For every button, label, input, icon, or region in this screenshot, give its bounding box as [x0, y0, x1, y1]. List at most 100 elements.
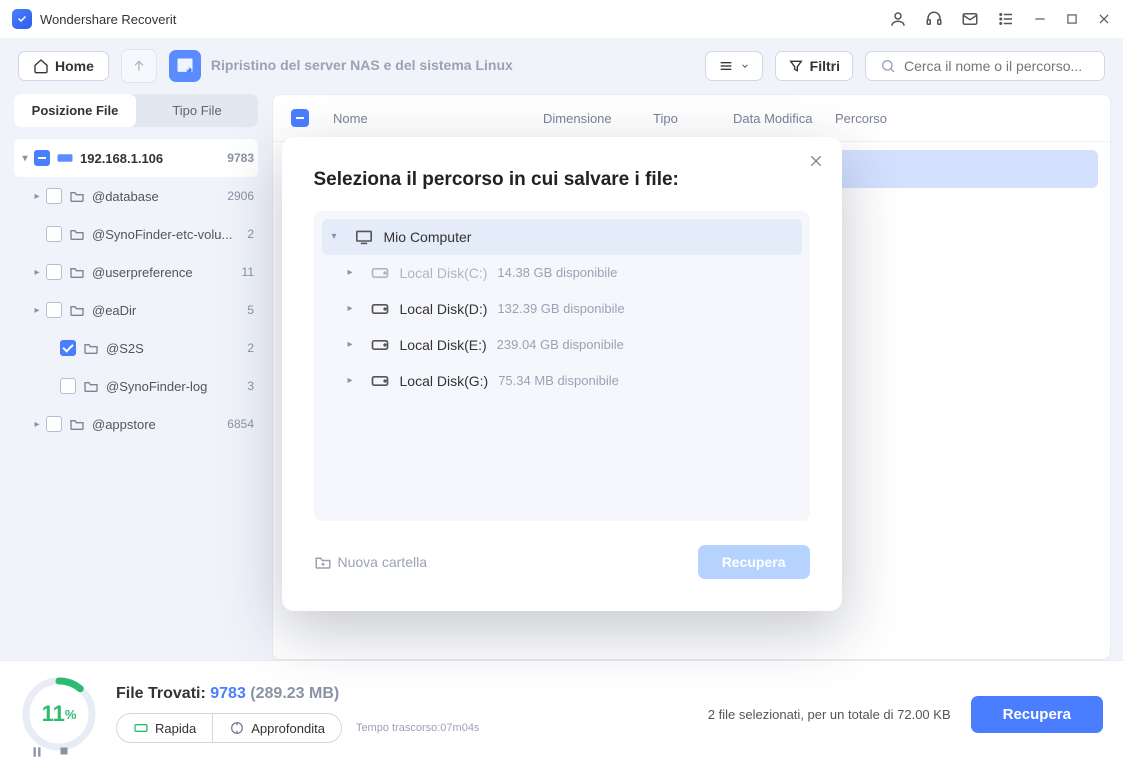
filter-icon	[788, 58, 804, 74]
arrow-up-icon	[131, 58, 147, 74]
checkbox[interactable]	[46, 188, 62, 204]
pause-icon[interactable]	[30, 745, 44, 759]
elapsed-time: Tempo trascorso:07m04s	[356, 722, 480, 734]
col-type[interactable]: Tipo	[653, 111, 733, 126]
caret-right-icon: ▸	[30, 305, 44, 316]
file-tree: ▾ 192.168.1.106 9783 ▸@database2906@Syno…	[14, 139, 258, 443]
tab-position[interactable]: Posizione File	[14, 94, 136, 127]
col-path[interactable]: Percorso	[835, 111, 1092, 126]
tree-item[interactable]: ▸@database2906	[14, 177, 258, 215]
caret-right-icon: ▸	[30, 267, 44, 278]
list-header: Nome Dimensione Tipo Data Modifica Perco…	[273, 95, 1110, 142]
tree-item[interactable]: ▸@appstore6854	[14, 405, 258, 443]
home-icon	[33, 58, 49, 74]
modal-recover-button[interactable]: Recupera	[698, 545, 810, 579]
checkbox[interactable]	[46, 226, 62, 242]
location-my-computer[interactable]: ▾ Mio Computer	[322, 219, 802, 255]
location-tree: ▾ Mio Computer ▸Local Disk(C:)14.38 GB d…	[314, 211, 810, 521]
folder-plus-icon	[314, 554, 332, 570]
sidebar-tabs: Posizione File Tipo File	[14, 94, 258, 127]
folder-icon	[82, 339, 100, 357]
tree-root[interactable]: ▾ 192.168.1.106 9783	[14, 139, 258, 177]
titlebar: Wondershare Recoverit	[0, 0, 1123, 38]
checkbox[interactable]	[46, 416, 62, 432]
toolbar: Home Ripristino del server NAS e del sis…	[0, 38, 1123, 94]
minimize-icon[interactable]	[1033, 10, 1047, 28]
breadcrumb[interactable]: Ripristino del server NAS e del sistema …	[169, 50, 513, 82]
disk-item[interactable]: ▸Local Disk(E:)239.04 GB disponibile	[322, 327, 802, 363]
maximize-icon[interactable]	[1065, 10, 1079, 28]
scan-deep[interactable]: Approfondita	[212, 714, 341, 742]
disk-item[interactable]: ▸Local Disk(D:)132.39 GB disponibile	[322, 291, 802, 327]
caret-down-icon: ▾	[332, 231, 346, 242]
close-icon[interactable]	[1097, 10, 1111, 28]
new-folder-button[interactable]: Nuova cartella	[314, 554, 428, 570]
drive-icon	[370, 265, 392, 281]
drive-icon	[370, 373, 392, 389]
col-name[interactable]: Nome	[333, 111, 543, 126]
save-location-modal: Seleziona il percorso in cui salvare i f…	[282, 137, 842, 611]
folder-icon	[68, 301, 86, 319]
list-view-icon	[718, 58, 734, 74]
modal-title: Seleziona il percorso in cui salvare i f…	[314, 169, 810, 191]
caret-right-icon: ▸	[348, 303, 362, 314]
scan-quick[interactable]: Rapida	[117, 714, 212, 742]
mail-icon[interactable]	[961, 10, 979, 28]
sidebar: Posizione File Tipo File ▾ 192.168.1.106…	[0, 94, 272, 660]
col-date[interactable]: Data Modifica	[733, 111, 835, 126]
headset-icon[interactable]	[925, 10, 943, 28]
tree-item[interactable]: @SynoFinder-etc-volu...2	[14, 215, 258, 253]
stop-icon[interactable]	[58, 745, 70, 759]
home-button[interactable]: Home	[18, 51, 109, 81]
checkbox[interactable]	[60, 378, 76, 394]
chevron-down-icon	[740, 61, 750, 71]
filter-button[interactable]: Filtri	[775, 51, 853, 81]
col-size[interactable]: Dimensione	[543, 111, 653, 126]
app-title: Wondershare Recoverit	[40, 12, 889, 27]
folder-icon	[68, 187, 86, 205]
disk-icon	[133, 722, 149, 734]
modal-close-icon[interactable]	[808, 153, 824, 169]
breadcrumb-label: Ripristino del server NAS e del sistema …	[211, 57, 513, 75]
progress-ring: 11%	[20, 675, 98, 753]
drive-icon	[370, 337, 392, 353]
list-icon[interactable]	[997, 10, 1015, 28]
search-field[interactable]	[904, 58, 1090, 74]
caret-right-icon: ▸	[30, 419, 44, 430]
folder-icon	[68, 263, 86, 281]
caret-right-icon: ▸	[348, 339, 362, 350]
search-input[interactable]	[865, 51, 1105, 81]
checkbox[interactable]	[46, 264, 62, 280]
checkbox[interactable]	[34, 150, 50, 166]
checkbox[interactable]	[46, 302, 62, 318]
select-all-checkbox[interactable]	[291, 109, 309, 127]
nas-icon	[169, 50, 201, 82]
caret-right-icon: ▸	[348, 267, 362, 278]
footer: 11% File Trovati: 9783 (289.23 MB) Rapid…	[0, 660, 1123, 767]
tab-filetype[interactable]: Tipo File	[136, 94, 258, 127]
tree-item[interactable]: ▸@eaDir5	[14, 291, 258, 329]
tree-item[interactable]: @SynoFinder-log3	[14, 367, 258, 405]
folder-icon	[82, 377, 100, 395]
view-toggle-button[interactable]	[705, 51, 763, 81]
search-icon	[880, 58, 896, 74]
tree-item[interactable]: @S2S2	[14, 329, 258, 367]
selection-summary: 2 file selezionati, per un totale di 72.…	[708, 707, 951, 722]
tree-item[interactable]: ▸@userpreference11	[14, 253, 258, 291]
caret-right-icon: ▸	[30, 191, 44, 202]
files-found: File Trovati: 9783 (289.23 MB)	[116, 685, 479, 703]
disk-icon	[56, 149, 74, 167]
computer-icon	[354, 229, 376, 245]
disk-item[interactable]: ▸Local Disk(G:)75.34 MB disponibile	[322, 363, 802, 399]
checkbox[interactable]	[60, 340, 76, 356]
caret-down-icon: ▾	[18, 153, 32, 164]
folder-icon	[68, 415, 86, 433]
app-logo	[12, 9, 32, 29]
user-icon[interactable]	[889, 10, 907, 28]
folder-icon	[68, 225, 86, 243]
caret-right-icon: ▸	[348, 375, 362, 386]
disk-item[interactable]: ▸Local Disk(C:)14.38 GB disponibile	[322, 255, 802, 291]
up-button[interactable]	[121, 49, 157, 83]
recover-button[interactable]: Recupera	[971, 696, 1103, 733]
drive-icon	[370, 301, 392, 317]
